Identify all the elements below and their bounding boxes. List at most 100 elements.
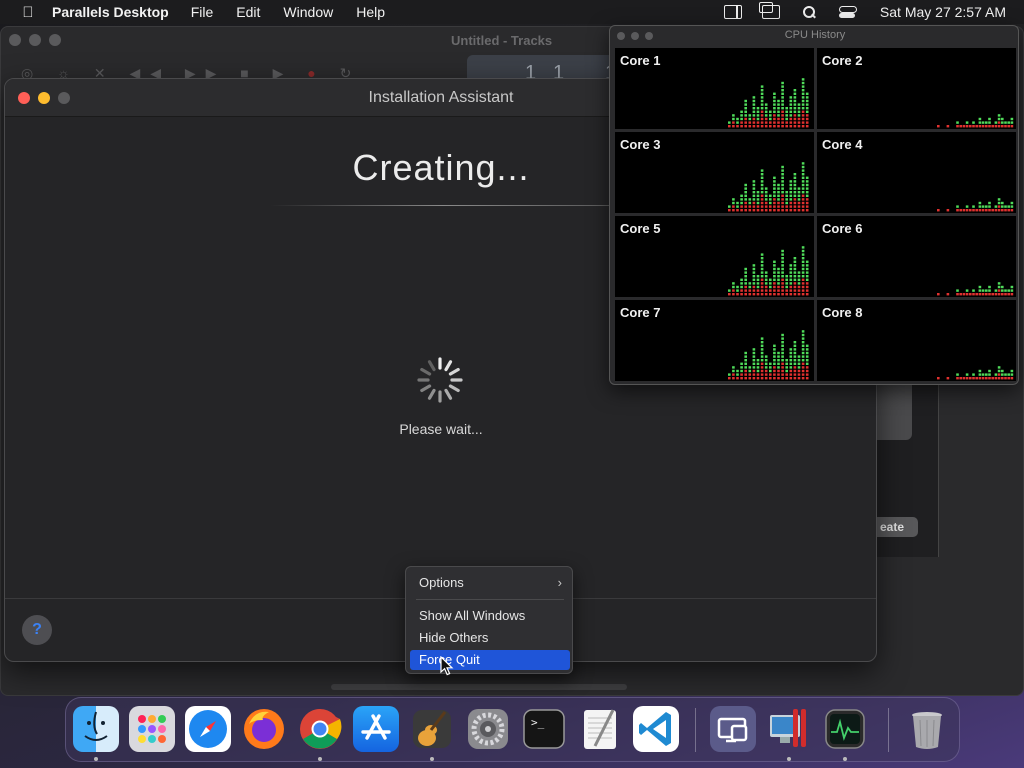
control-center-icon[interactable] bbox=[838, 5, 857, 19]
cpu-core-2: Core 2 bbox=[817, 48, 1016, 129]
cpu-usage-bar bbox=[769, 366, 772, 369]
cpu-usage-bar bbox=[793, 89, 797, 92]
cpu-usage-bar bbox=[793, 194, 797, 197]
cpu-usage-bar bbox=[805, 271, 809, 274]
parallels-desktop-icon[interactable] bbox=[766, 706, 812, 752]
cpu-usage-bar bbox=[764, 121, 768, 124]
cpu-usage-bar bbox=[781, 165, 784, 169]
cpu-usage-bar bbox=[736, 121, 739, 124]
help-button[interactable]: ? bbox=[22, 615, 52, 645]
bg-close-button[interactable] bbox=[9, 34, 21, 46]
cpu-usage-bar bbox=[760, 125, 764, 128]
cpu-usage-bar bbox=[994, 205, 998, 208]
menu-edit[interactable]: Edit bbox=[236, 4, 260, 20]
menu-window[interactable]: Window bbox=[283, 4, 333, 20]
bg-scrollbar[interactable] bbox=[331, 684, 627, 690]
cpu-core-5: Core 5 bbox=[615, 216, 814, 297]
cpu-core-4: Core 4 bbox=[817, 132, 1016, 213]
cpu-usage-bar bbox=[978, 369, 982, 373]
cpu-usage-bar bbox=[805, 344, 809, 347]
cpu-usage-bar bbox=[997, 121, 1001, 124]
cpu-usage-bar bbox=[732, 289, 735, 292]
cpu-usage-bar bbox=[732, 282, 735, 285]
cpu-core-graph bbox=[728, 162, 809, 212]
cpu-usage-bar bbox=[744, 205, 747, 208]
system-preferences-icon[interactable] bbox=[465, 706, 511, 752]
launchpad-icon[interactable] bbox=[129, 706, 175, 752]
cpu-history-window: CPU History Core 1 Core 2 Core 3 Core 4 Core… bbox=[609, 25, 1019, 385]
cpu-usage-bar bbox=[773, 348, 776, 351]
app-store-icon[interactable] bbox=[353, 706, 399, 752]
cpu-usage-bar bbox=[937, 209, 940, 212]
firefox-icon[interactable] bbox=[241, 706, 287, 752]
cpu-usage-bar bbox=[962, 377, 966, 380]
window-switch-icon[interactable] bbox=[758, 2, 780, 19]
menu-help[interactable]: Help bbox=[356, 4, 385, 20]
cpu-usage-bar bbox=[764, 289, 768, 292]
running-indicator bbox=[843, 757, 847, 761]
cpu-usage-bar bbox=[789, 366, 793, 369]
cpu-usage-bar bbox=[805, 278, 809, 281]
chrome-icon[interactable] bbox=[297, 706, 343, 752]
cpu-usage-bar bbox=[744, 293, 747, 296]
cpu-usage-bar bbox=[789, 110, 793, 113]
cpu-usage-bar bbox=[773, 176, 776, 179]
menu-item-hide-others[interactable]: Hide Others bbox=[410, 628, 570, 648]
vscode-icon[interactable] bbox=[633, 706, 679, 752]
cpu-usage-bar bbox=[752, 362, 756, 365]
cpu-usage-bar bbox=[748, 209, 752, 212]
cpu-usage-bar bbox=[781, 169, 784, 172]
cpu-usage-bar bbox=[777, 366, 780, 369]
cpu-usage-bar bbox=[988, 209, 991, 212]
cpu-usage-bar bbox=[785, 125, 788, 128]
cpu-usage-bar bbox=[773, 275, 776, 278]
cpu-usage-bar bbox=[793, 282, 797, 285]
cpu-usage-bar bbox=[793, 114, 797, 117]
running-indicator bbox=[94, 757, 98, 761]
menu-item-force-quit[interactable]: Force Quit bbox=[410, 650, 570, 670]
cpu-usage-bar bbox=[781, 183, 784, 187]
cpu-usage-bar bbox=[801, 289, 805, 292]
cpu-usage-bar bbox=[965, 209, 969, 212]
cpu-usage-bar bbox=[805, 96, 809, 99]
menu-file[interactable]: File bbox=[191, 4, 214, 20]
activity-monitor-icon[interactable] bbox=[822, 706, 868, 752]
cpu-usage-bar bbox=[748, 282, 752, 285]
trash-icon[interactable] bbox=[904, 706, 950, 752]
cpu-usage-bar bbox=[797, 125, 801, 128]
cpu-usage-bar bbox=[752, 267, 756, 271]
cpu-usage-bar bbox=[781, 114, 784, 117]
bg-zoom-button[interactable] bbox=[49, 34, 61, 46]
cpu-usage-bar bbox=[789, 369, 793, 373]
parallels-control-center-icon[interactable] bbox=[710, 706, 756, 752]
cpu-usage-bar bbox=[740, 114, 743, 117]
sidebar-icon[interactable] bbox=[723, 5, 742, 19]
cpu-usage-bar bbox=[752, 289, 756, 292]
cpu-usage-bar bbox=[805, 267, 809, 271]
finder-icon[interactable] bbox=[73, 706, 119, 752]
safari-icon[interactable] bbox=[185, 706, 231, 752]
apple-menu-icon[interactable]:  bbox=[18, 4, 38, 21]
bg-minimize-button[interactable] bbox=[29, 34, 41, 46]
cpu-usage-bar bbox=[801, 85, 805, 88]
cpu-usage-bar bbox=[752, 293, 756, 296]
cpu-usage-bar bbox=[773, 355, 776, 358]
cpu-usage-bar bbox=[793, 183, 797, 187]
cpu-usage-bar bbox=[801, 257, 805, 260]
menubar-clock[interactable]: Sat May 27 2:57 AM bbox=[880, 4, 1006, 20]
garageband-icon[interactable] bbox=[409, 706, 455, 752]
menu-item-options[interactable]: Options › bbox=[410, 573, 570, 593]
cpu-usage-bar bbox=[760, 337, 764, 340]
spotlight-search-icon[interactable] bbox=[800, 5, 818, 19]
cpu-usage-bar bbox=[773, 289, 776, 292]
cpu-usage-bar bbox=[785, 121, 788, 124]
menu-app-name[interactable]: Parallels Desktop bbox=[52, 4, 169, 20]
cpu-usage-bar bbox=[805, 107, 809, 110]
terminal-icon[interactable]: >_ bbox=[521, 706, 567, 752]
cpu-usage-bar bbox=[777, 99, 780, 103]
cpu-usage-bar bbox=[781, 249, 784, 253]
textedit-icon[interactable] bbox=[577, 706, 623, 752]
cpu-usage-bar bbox=[793, 96, 797, 99]
cpu-usage-bar bbox=[781, 99, 784, 103]
menu-item-show-all-windows[interactable]: Show All Windows bbox=[410, 606, 570, 626]
